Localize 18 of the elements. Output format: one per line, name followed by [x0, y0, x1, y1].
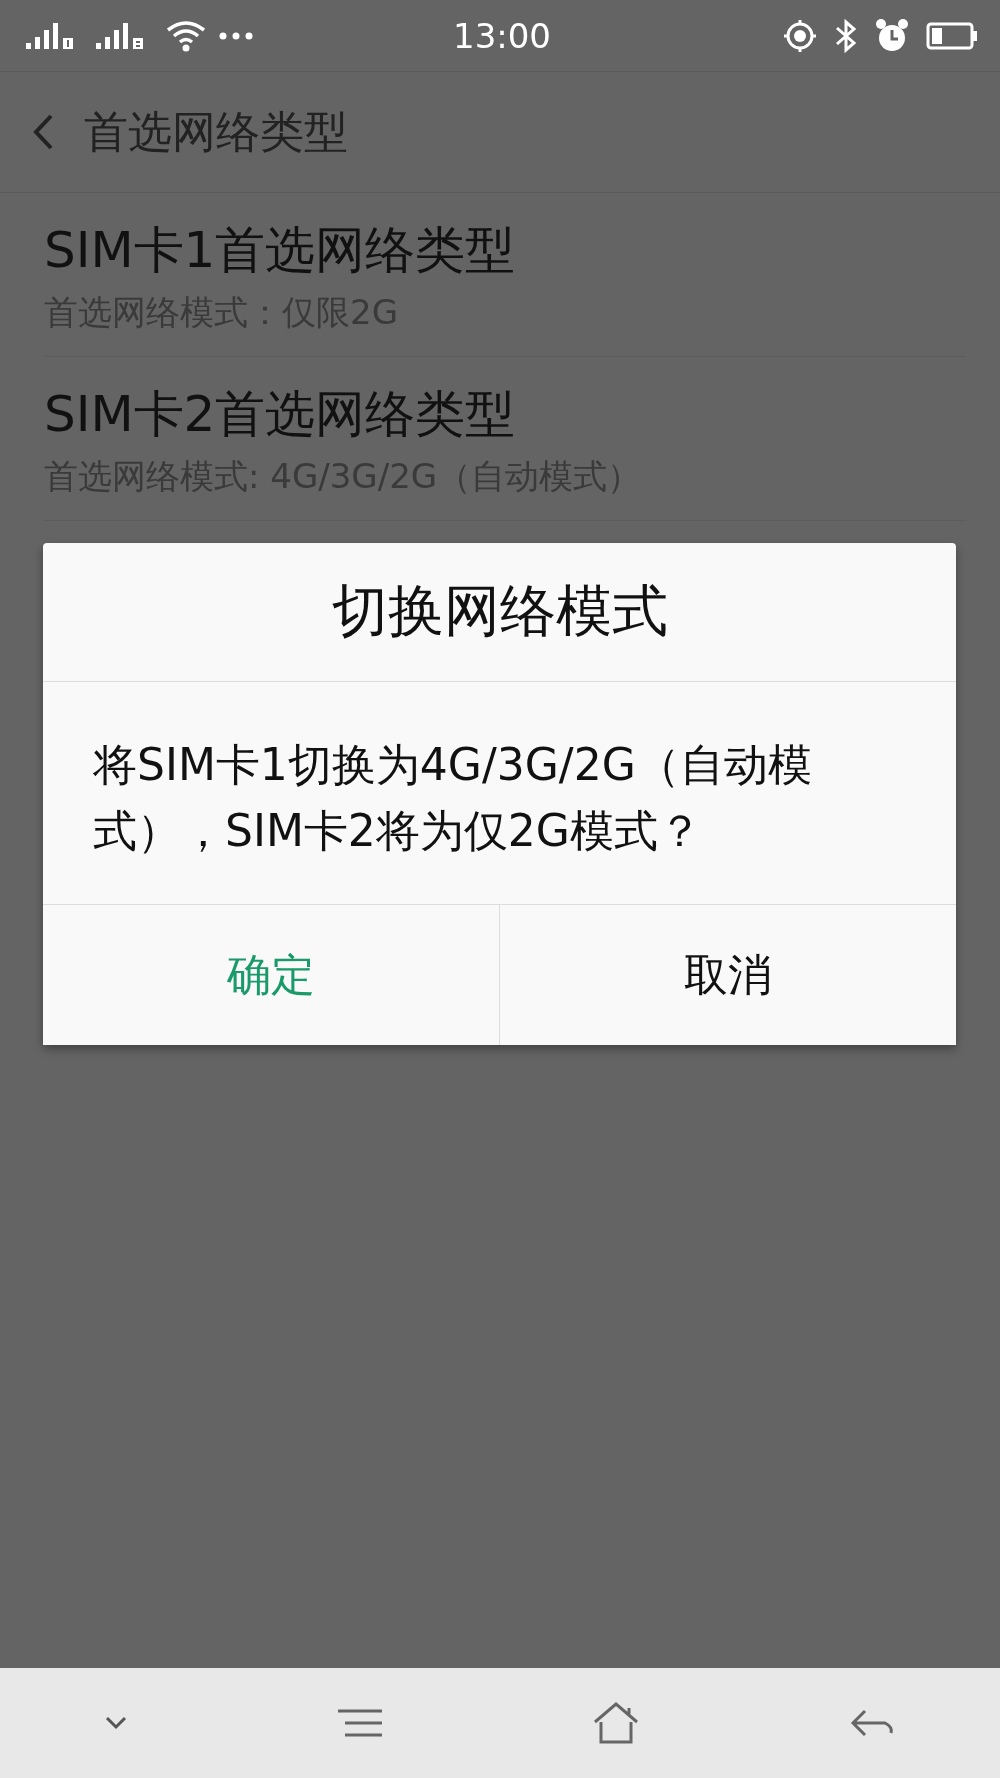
cancel-button[interactable]: 取消 [499, 905, 956, 1045]
chevron-down-icon[interactable] [105, 1716, 127, 1730]
confirm-button[interactable]: 确定 [43, 905, 499, 1045]
item-title: SIM卡2首选网络类型 [44, 384, 516, 445]
status-time: 13:00 [453, 15, 551, 56]
back-icon[interactable] [849, 1707, 895, 1739]
menu-icon[interactable] [337, 1708, 383, 1738]
page-title: 首选网络类型 [84, 104, 348, 159]
wifi-icon [166, 19, 206, 52]
item-title: SIM卡1首选网络类型 [44, 220, 516, 281]
battery-icon [926, 21, 978, 50]
dialog-title: 切换网络模式 [43, 543, 956, 682]
back-icon[interactable] [32, 113, 54, 151]
more-icon [218, 30, 254, 41]
alarm-clock-icon [874, 17, 910, 54]
home-icon[interactable] [593, 1702, 639, 1744]
bluetooth-icon [834, 18, 858, 53]
location-icon [782, 17, 818, 54]
